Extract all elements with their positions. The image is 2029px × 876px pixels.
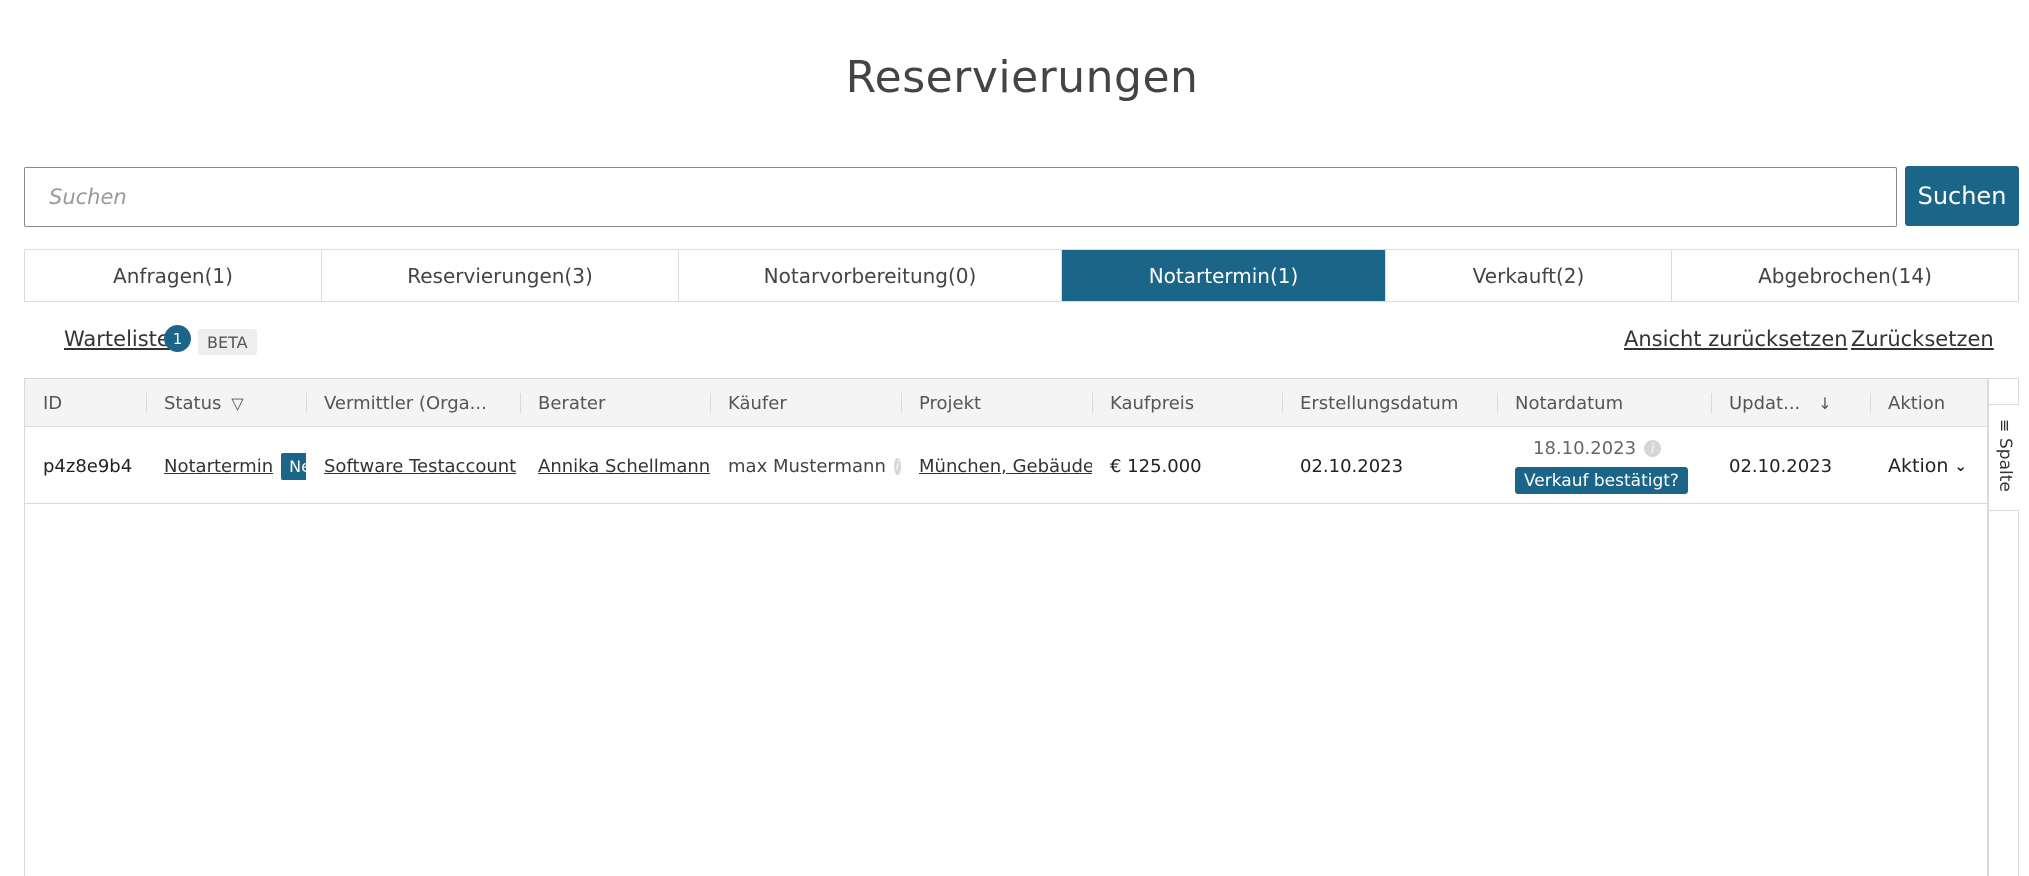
cell-kaufpreis: € 125.000 [1110, 455, 1202, 477]
tab-notarvorbereitung[interactable]: Notarvorbereitung(0) [679, 250, 1062, 301]
column-header-kaufpreis[interactable]: Kaufpreis [1092, 379, 1282, 427]
reservations-table: ID Status ▽ Vermittler (Orga... Berater K… [24, 378, 1988, 876]
column-sidebar: ≡ Spalte [1988, 378, 2019, 876]
table-row[interactable]: p4z8e9b4 Notartermin Neu Software Testac… [25, 428, 1987, 504]
columns-label: Spalte [1995, 438, 2015, 493]
action-dropdown[interactable]: Aktion ⌄ [1870, 428, 1988, 504]
status-tabs: Anfragen(1) Reservierungen(3) Notarvorbe… [24, 249, 2019, 302]
cell-id: p4z8e9b4 [43, 455, 133, 477]
column-header-erstellungsdatum[interactable]: Erstellungsdatum [1282, 379, 1497, 427]
notar-date: 18.10.2023 i [1515, 438, 1662, 459]
cell-projekt: München, Gebäude ei [901, 428, 1092, 504]
projekt-link[interactable]: München, Gebäude ei [919, 456, 1092, 477]
search-input[interactable] [24, 167, 1897, 227]
confirm-sale-button[interactable]: Verkauf bestätigt? [1515, 467, 1688, 494]
chevron-down-icon: ⌄ [1954, 457, 1967, 475]
cell-updated: 02.10.2023 [1729, 455, 1833, 477]
column-header-status[interactable]: Status ▽ [146, 379, 306, 427]
cell-erstellungsdatum: 02.10.2023 [1300, 455, 1404, 477]
sort-down-icon[interactable]: ↓ [1818, 394, 1831, 413]
new-badge: Neu [281, 452, 306, 480]
page-title: Reservierungen [845, 52, 1199, 103]
columns-icon: ≡ [1995, 419, 2015, 433]
tab-abgebrochen[interactable]: Abgebrochen(14) [1672, 250, 2018, 301]
tab-anfragen[interactable]: Anfragen(1) [25, 250, 322, 301]
column-header-aktion[interactable]: Aktion [1870, 379, 1988, 427]
cell-status: Notartermin Neu [146, 428, 306, 504]
info-icon[interactable]: i [893, 457, 901, 475]
beta-tag: BETA [198, 329, 257, 355]
tab-notartermin[interactable]: Notartermin(1) [1062, 250, 1386, 301]
reset-link[interactable]: Zurücksetzen [1851, 327, 1994, 351]
kaeufer-name: max Mustermann [728, 455, 886, 477]
waitlist-link[interactable]: Warteliste [64, 327, 170, 351]
info-icon[interactable]: i [1644, 440, 1662, 457]
tab-reservierungen[interactable]: Reservierungen(3) [322, 250, 679, 301]
column-header-notardatum[interactable]: Notardatum [1497, 379, 1711, 427]
column-header-kaeufer[interactable]: Käufer [710, 379, 901, 427]
waitlist-count-badge: 1 [164, 325, 191, 352]
column-header-berater[interactable]: Berater [520, 379, 710, 427]
column-header-vermittler[interactable]: Vermittler (Orga... [306, 379, 520, 427]
filter-icon[interactable]: ▽ [231, 394, 243, 413]
reset-view-link[interactable]: Ansicht zurücksetzen [1624, 327, 1848, 351]
cell-vermittler: Software Testaccount [306, 428, 520, 504]
cell-notardatum: 18.10.2023 i Verkauf bestätigt? [1497, 428, 1711, 504]
berater-link[interactable]: Annika Schellmann [538, 456, 710, 477]
search-button[interactable]: Suchen [1905, 166, 2019, 226]
cell-kaeufer: max Mustermann i [710, 428, 901, 504]
cell-berater: Annika Schellmann [520, 428, 710, 504]
column-header-updated[interactable]: Updat... ↓ [1711, 379, 1870, 427]
column-header-id[interactable]: ID [25, 379, 146, 427]
vermittler-link[interactable]: Software Testaccount [324, 456, 516, 477]
tab-verkauft[interactable]: Verkauft(2) [1386, 250, 1672, 301]
columns-panel-toggle[interactable]: ≡ Spalte [1988, 404, 2019, 511]
status-link[interactable]: Notartermin [164, 456, 273, 477]
column-header-projekt[interactable]: Projekt [901, 379, 1092, 427]
table-header: ID Status ▽ Vermittler (Orga... Berater K… [25, 379, 1987, 427]
